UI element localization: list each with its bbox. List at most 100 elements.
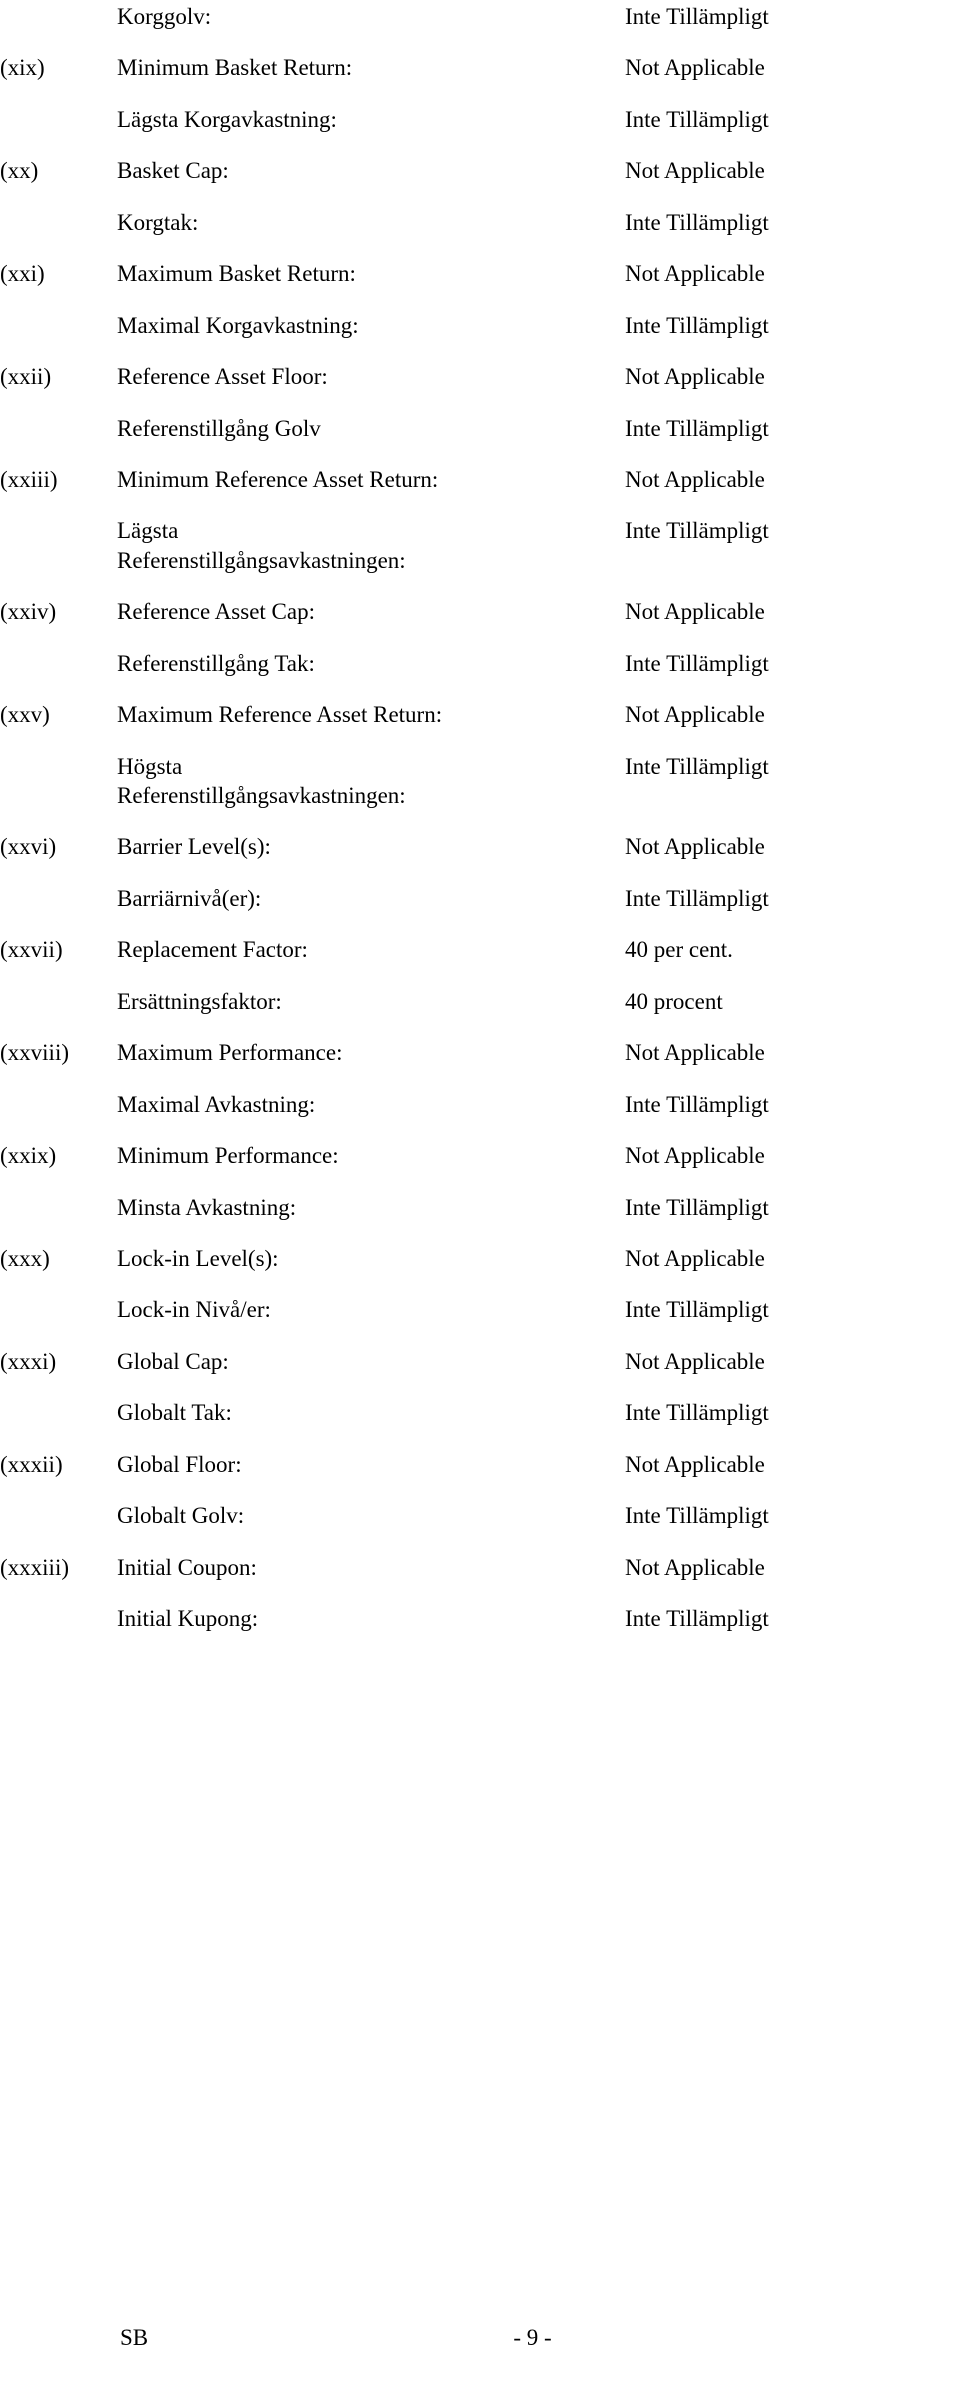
row-value: Not Applicable	[625, 364, 765, 390]
row-spacer-cell	[0, 494, 960, 516]
row-spacer	[0, 1119, 960, 1141]
row-label: Reference Asset Cap:	[117, 599, 315, 625]
row-value: Inte Tillämpligt	[625, 518, 769, 544]
row-item-number: (xxix)	[0, 1143, 57, 1169]
row-spacer-cell	[0, 134, 960, 156]
row-spacer-cell	[0, 1531, 960, 1553]
row-value: Inte Tillämpligt	[625, 415, 769, 441]
table-row: Maximal Avkastning: Inte Tillämpligt	[0, 1090, 960, 1119]
table-row: (xx) Basket Cap: Not Applicable	[0, 156, 960, 185]
row-spacer	[0, 83, 960, 105]
row-spacer-cell	[0, 237, 960, 259]
row-label: Maximal Korgavkastning:	[117, 312, 359, 338]
row-value: Not Applicable	[625, 1143, 765, 1169]
row-label: Maximum Reference Asset Return:	[117, 702, 443, 728]
table-row: Initial Kupong: Inte Tillämpligt	[0, 1604, 960, 1633]
row-label: Lägsta Referenstillgångsavkastningen:	[117, 518, 406, 573]
row-value: Inte Tillämpligt	[625, 1503, 769, 1529]
row-spacer	[0, 1325, 960, 1347]
row-item-number	[0, 414, 117, 443]
row-label: Barriärnivå(er):	[117, 885, 262, 911]
row-label: Maximum Performance:	[117, 1040, 343, 1066]
row-spacer	[0, 31, 960, 53]
table-row: Referenstillgång Golv Inte Tillämpligt	[0, 414, 960, 443]
row-spacer-cell	[0, 1479, 960, 1501]
row-item-number	[0, 1090, 117, 1119]
row-value: Inte Tillämpligt	[625, 650, 769, 676]
row-value: Not Applicable	[625, 1554, 765, 1580]
table-row: (xxxii) Global Floor: Not Applicable	[0, 1450, 960, 1479]
row-item-number: (xix)	[0, 55, 45, 81]
row-spacer	[0, 1171, 960, 1193]
row-spacer-cell	[0, 862, 960, 884]
document-page: Korggolv: Inte Tillämpligt (xix) Minimum Ba…	[0, 0, 960, 2391]
row-item-number: (xxvi)	[0, 834, 57, 860]
row-spacer	[0, 443, 960, 465]
row-spacer-cell	[0, 1068, 960, 1090]
row-value: Not Applicable	[625, 1451, 765, 1477]
row-spacer	[0, 494, 960, 516]
row-spacer	[0, 1582, 960, 1604]
row-value: Not Applicable	[625, 466, 765, 492]
row-label: Maximum Basket Return:	[117, 261, 356, 287]
row-value: Not Applicable	[625, 1245, 765, 1271]
row-label: Högsta Referenstillgångsavkastningen:	[117, 753, 406, 808]
row-label: Minsta Avkastning:	[117, 1194, 297, 1220]
row-item-number	[0, 752, 117, 811]
row-value: Inte Tillämpligt	[625, 753, 769, 779]
row-item-number	[0, 516, 117, 575]
row-label: Maximal Avkastning:	[117, 1091, 316, 1117]
row-item-number: (xxiv)	[0, 599, 57, 625]
row-label: Barrier Level(s):	[117, 834, 271, 860]
row-label: Lock-in Nivå/er:	[117, 1297, 271, 1323]
row-item-number	[0, 1398, 117, 1427]
row-spacer-cell	[0, 1119, 960, 1141]
row-spacer	[0, 810, 960, 832]
table-row: (xxvi) Barrier Level(s): Not Applicable	[0, 832, 960, 861]
row-spacer-cell	[0, 392, 960, 414]
table-row: Lägsta Korgavkastning: Inte Tillämpligt	[0, 105, 960, 134]
row-label: Basket Cap:	[117, 158, 229, 184]
row-label: Globalt Golv:	[117, 1503, 245, 1529]
row-item-number: (xxxii)	[0, 1451, 63, 1477]
row-spacer-cell	[0, 627, 960, 649]
row-value: Inte Tillämpligt	[625, 1091, 769, 1117]
row-spacer	[0, 134, 960, 156]
row-value: Inte Tillämpligt	[625, 1606, 769, 1631]
row-value: Inte Tillämpligt	[625, 4, 769, 29]
row-item-number: (xxii)	[0, 364, 52, 390]
row-item-number: (xxv)	[0, 702, 50, 728]
terms-table-body: Korggolv: Inte Tillämpligt (xix) Minimum Ba…	[0, 2, 960, 1633]
row-label: Replacement Factor:	[117, 937, 308, 963]
table-row: Lägsta Referenstillgångsavkastningen: Inte…	[0, 516, 960, 575]
row-value: Inte Tillämpligt	[625, 1297, 769, 1323]
row-spacer	[0, 1273, 960, 1295]
row-spacer-cell	[0, 1171, 960, 1193]
row-label: Initial Kupong:	[117, 1606, 259, 1631]
row-value: Not Applicable	[625, 1348, 765, 1374]
row-item-number: (xxxiii)	[0, 1554, 69, 1580]
row-value: Not Applicable	[625, 55, 765, 81]
table-row: Maximal Korgavkastning: Inte Tillämpligt	[0, 311, 960, 340]
row-label: Korgtak:	[117, 209, 199, 235]
row-item-number	[0, 311, 117, 340]
row-item-number	[0, 1604, 117, 1633]
row-label: Referenstillgång Golv	[117, 415, 321, 441]
row-item-number	[0, 1295, 117, 1324]
row-value: Not Applicable	[625, 702, 765, 728]
row-spacer	[0, 965, 960, 987]
table-row: (xix) Minimum Basket Return: Not Applicabl…	[0, 53, 960, 82]
row-label: Global Floor:	[117, 1451, 242, 1477]
row-spacer	[0, 1068, 960, 1090]
row-spacer	[0, 575, 960, 597]
row-label: Lock-in Level(s):	[117, 1245, 279, 1271]
row-item-number	[0, 208, 117, 237]
row-spacer-cell	[0, 186, 960, 208]
row-spacer	[0, 186, 960, 208]
table-row: (xxii) Reference Asset Floor: Not Applicab…	[0, 362, 960, 391]
row-spacer	[0, 1531, 960, 1553]
row-spacer	[0, 289, 960, 311]
row-label: Minimum Reference Asset Return:	[117, 466, 439, 492]
row-item-number	[0, 1501, 117, 1530]
row-label: Referenstillgång Tak:	[117, 650, 315, 676]
